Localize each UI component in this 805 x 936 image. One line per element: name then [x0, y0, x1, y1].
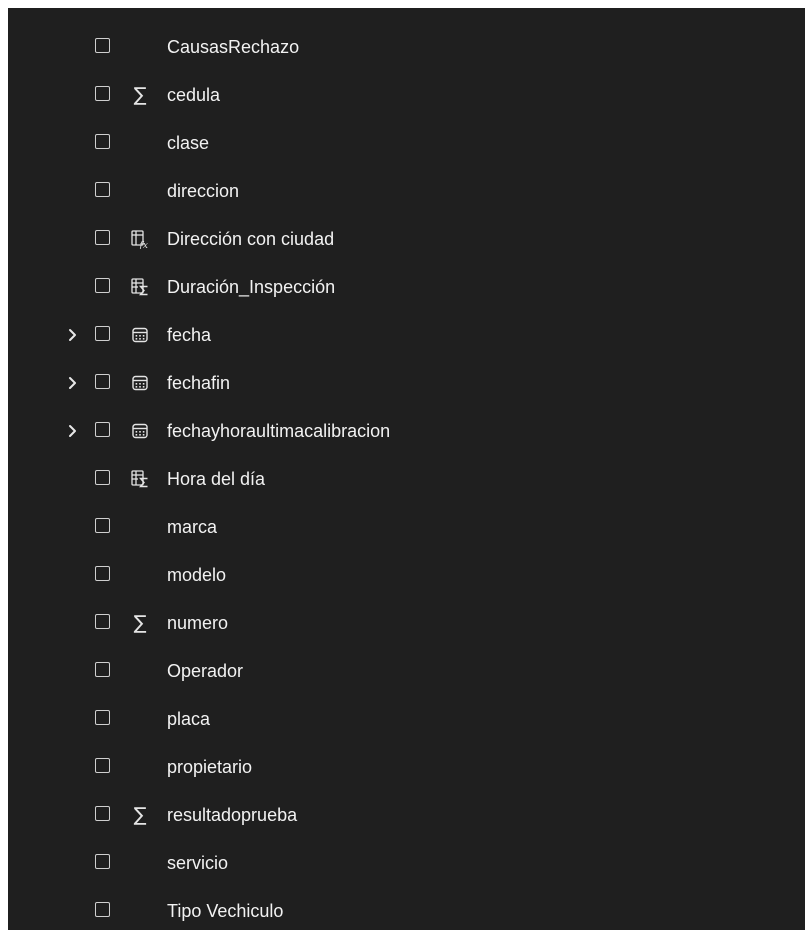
field-label: Dirección con ciudad [167, 229, 335, 249]
sigma-icon: ∑ [133, 804, 147, 826]
chevron-right-icon[interactable] [64, 423, 80, 439]
field-row[interactable]: CausasRechazo [8, 24, 805, 72]
field-list: CausasRechazo ∑ cedula clase direccion fx Dire… [8, 24, 805, 936]
field-label: propietario [167, 757, 253, 777]
field-label: Duración_Inspección [167, 277, 336, 297]
field-label: fecha [167, 325, 212, 345]
field-checkbox[interactable] [95, 230, 110, 245]
field-checkbox[interactable] [95, 710, 110, 725]
field-checkbox[interactable] [95, 374, 110, 389]
field-checkbox[interactable] [95, 134, 110, 149]
field-row[interactable]: fx Dirección con ciudad [8, 216, 805, 264]
chevron-right-icon[interactable] [64, 327, 80, 343]
measure-table-icon [129, 276, 151, 298]
calendar-icon [129, 324, 151, 346]
field-label: cedula [167, 85, 221, 105]
field-row[interactable]: placa [8, 696, 805, 744]
field-label: servicio [167, 853, 229, 873]
field-checkbox[interactable] [95, 470, 110, 485]
field-checkbox[interactable] [95, 422, 110, 437]
field-checkbox[interactable] [95, 326, 110, 341]
field-row[interactable]: fechafin [8, 360, 805, 408]
measure-table-icon [129, 468, 151, 490]
field-checkbox[interactable] [95, 86, 110, 101]
field-row[interactable]: fechayhoraultimacalibracion [8, 408, 805, 456]
field-checkbox[interactable] [95, 854, 110, 869]
field-label: direccion [167, 181, 240, 201]
field-checkbox[interactable] [95, 38, 110, 53]
field-row[interactable]: fecha [8, 312, 805, 360]
field-row[interactable]: Tipo Vechiculo [8, 888, 805, 936]
field-label: placa [167, 709, 211, 729]
field-checkbox[interactable] [95, 182, 110, 197]
field-row[interactable]: Hora del día [8, 456, 805, 504]
calculated-column-icon: fx [129, 228, 151, 250]
field-label: fechafin [167, 373, 231, 393]
calendar-icon [129, 372, 151, 394]
field-checkbox[interactable] [95, 614, 110, 629]
field-row[interactable]: modelo [8, 552, 805, 600]
calendar-icon [129, 420, 151, 442]
chevron-right-icon[interactable] [64, 375, 80, 391]
field-label: Tipo Vechiculo [167, 901, 284, 921]
field-label: Hora del día [167, 469, 266, 489]
field-row[interactable]: clase [8, 120, 805, 168]
field-checkbox[interactable] [95, 518, 110, 533]
field-row[interactable]: Duración_Inspección [8, 264, 805, 312]
field-label: numero [167, 613, 229, 633]
field-label: modelo [167, 565, 227, 585]
svg-text:fx: fx [139, 241, 148, 249]
sigma-icon: ∑ [133, 612, 147, 634]
field-row[interactable]: propietario [8, 744, 805, 792]
field-checkbox[interactable] [95, 902, 110, 917]
field-label: Operador [167, 661, 244, 681]
field-row[interactable]: ∑ cedula [8, 72, 805, 120]
field-row[interactable]: ∑ numero [8, 600, 805, 648]
field-row[interactable]: direccion [8, 168, 805, 216]
fields-pane: CausasRechazo ∑ cedula clase direccion fx Dire… [8, 8, 805, 930]
field-label: CausasRechazo [167, 37, 300, 57]
field-row[interactable]: servicio [8, 840, 805, 888]
field-checkbox[interactable] [95, 662, 110, 677]
field-checkbox[interactable] [95, 806, 110, 821]
field-row[interactable]: marca [8, 504, 805, 552]
field-row[interactable]: Operador [8, 648, 805, 696]
field-checkbox[interactable] [95, 566, 110, 581]
field-checkbox[interactable] [95, 758, 110, 773]
field-row[interactable]: ∑ resultadoprueba [8, 792, 805, 840]
field-checkbox[interactable] [95, 278, 110, 293]
field-label: fechayhoraultimacalibracion [167, 421, 391, 441]
field-label: clase [167, 133, 210, 153]
field-label: marca [167, 517, 218, 537]
field-label: resultadoprueba [167, 805, 298, 825]
sigma-icon: ∑ [133, 84, 147, 106]
